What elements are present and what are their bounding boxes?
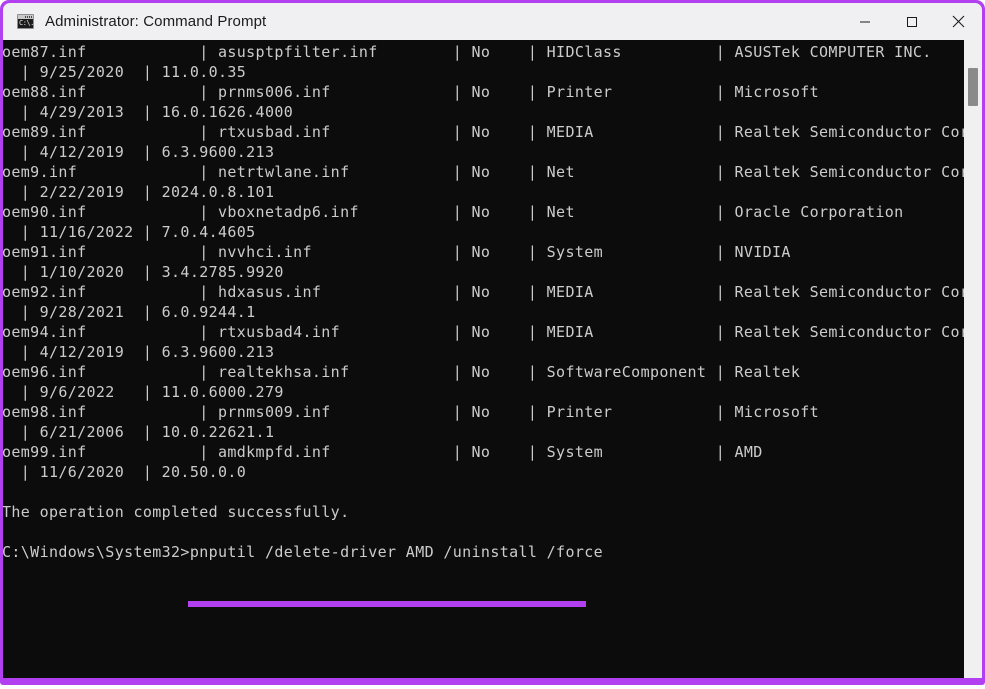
close-icon	[952, 15, 965, 28]
title-bar[interactable]: C:\. Administrator: Command Prompt	[3, 3, 982, 40]
command-prompt-window: C:\. Administrator: Command Prompt oem87…	[0, 0, 985, 685]
close-button[interactable]	[935, 3, 982, 40]
command-highlight-underline	[188, 601, 586, 607]
command-prompt-icon: C:\.	[17, 14, 34, 29]
maximize-button[interactable]	[888, 3, 935, 40]
terminal-output-area[interactable]: oem87.inf | asusptpfilter.inf | No | HID…	[3, 40, 982, 678]
vertical-scrollbar[interactable]	[964, 40, 982, 678]
maximize-icon	[906, 16, 917, 27]
vertical-scroll-thumb[interactable]	[968, 68, 978, 106]
terminal-text: oem87.inf | asusptpfilter.inf | No | HID…	[3, 43, 982, 561]
minimize-button[interactable]	[841, 3, 888, 40]
minimize-icon	[859, 21, 870, 22]
icon-prompt-text: C:\.	[19, 19, 34, 27]
window-title: Administrator: Command Prompt	[45, 13, 267, 30]
window-controls	[841, 3, 982, 40]
